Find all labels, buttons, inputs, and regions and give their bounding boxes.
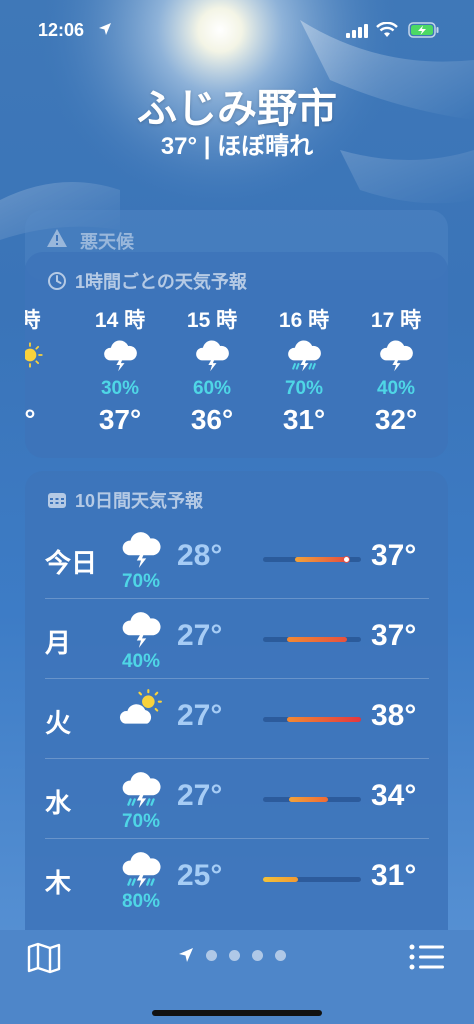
thunder-cloud-icon [115,527,167,571]
hour-label: 16 時 [278,309,330,332]
low-temperature: 28° [177,539,223,572]
current-summary: 37° | ほぼ晴れ [160,133,314,160]
day-row[interactable]: 月 40% 27° 37° [45,599,429,679]
precipitation-chance: 70% [121,571,161,592]
hour-temperature: 3 [445,404,448,436]
high-temperature: 37° [371,539,417,572]
clock-icon [48,272,66,290]
hourly-forecast-header: 1時間ごとの天気予報 [47,268,247,294]
sun-icon [445,332,448,378]
day-name: 今日 [45,548,98,578]
ten-day-forecast-card[interactable]: 10日間天気予報 今日 70% 28° 37° 月 40% 27° 37° 火 27° 38° 水 7… [25,471,448,951]
temperature-range-fill [286,637,348,642]
precipitation-chance: 40% [121,651,161,672]
precipitation-chance: 80% [121,891,161,912]
home-indicator[interactable] [152,1010,322,1016]
hour-label: 15 時 [186,309,238,332]
status-bar: 12:06 [0,0,474,60]
hour-temperature: 32° [374,404,418,435]
temperature-range-fill [263,877,299,882]
sun-icon [25,332,65,378]
low-temperature: 27° [177,779,223,812]
hourly-item: 16 時 70% 31° [269,304,339,436]
high-temperature: 34° [371,779,417,812]
wifi-icon [376,22,398,37]
hourly-item: 15 時 60% 36° [177,304,247,436]
hourly-scroll[interactable]: 時 ° 14 時 30% 37° 15 時 60% 36° 16 時 70% 31° 17 時 40%… [25,304,448,444]
calendar-icon [48,493,66,508]
status-time: 12:06 [38,20,85,40]
thunder-cloud-icon [115,607,167,651]
day-name: 火 [45,708,72,738]
partly-sunny-icon [115,687,167,731]
precipitation-chance: 40% [376,378,416,399]
temperature-range-bar [263,637,361,642]
hourly-item: 17 時 40% 32° [361,304,431,436]
ten-day-forecast-title: 10日間天気予報 [75,491,204,511]
temperature-range-fill [286,717,361,722]
hour-temperature: 37° [98,404,142,435]
page-dot[interactable] [275,949,286,961]
precipitation-chance [25,378,65,400]
hour-label: 14 時 [94,309,146,332]
temperature-range-bar [263,797,361,802]
temperature-range-bar [263,717,361,722]
high-temperature: 31° [371,859,417,892]
page-indicator[interactable] [178,947,286,963]
cellular-signal-icon [346,24,368,38]
precipitation-chance: 70% [284,378,324,399]
temperature-range-fill [295,557,347,562]
page-dot[interactable] [229,949,240,961]
thunder-cloud-icon [177,332,247,378]
precipitation-chance [445,378,448,400]
day-row[interactable]: 今日 70% 28° 37° [45,519,429,599]
hour-temperature: ° [25,404,36,435]
current-location-icon[interactable] [178,947,194,963]
temperature-range-bar [263,877,361,882]
precipitation-chance: 60% [192,378,232,399]
precipitation-chance: 70% [121,811,161,832]
page-dot[interactable] [206,949,217,961]
location-arrow-icon [99,23,111,35]
current-temp-dot [343,556,351,563]
list-icon[interactable] [408,942,446,972]
day-name: 木 [45,868,72,898]
low-temperature: 27° [177,619,223,652]
day-row[interactable]: 火 27° 38° [45,679,429,759]
hourly-item: 時 ° [25,304,65,436]
day-row[interactable]: 木 80% 25° 31° [45,839,429,919]
battery-charging-icon [408,22,439,38]
bottom-toolbar [0,930,474,1024]
ten-day-forecast-header: 10日間天気予報 [47,487,203,513]
thunder-rain-icon [269,332,339,378]
day-name: 月 [45,628,72,658]
hour-temperature: 36° [190,404,234,435]
hour-temperature: 31° [282,404,326,435]
hourly-forecast-title: 1時間ごとの天気予報 [75,272,247,292]
temperature-range-bar [263,556,361,563]
day-row[interactable]: 水 70% 27° 34° [45,759,429,839]
day-name: 水 [45,788,72,818]
high-temperature: 38° [371,699,417,732]
low-temperature: 27° [177,699,223,732]
severe-weather-title: 悪天候 [80,232,134,252]
thunder-cloud-icon [85,332,155,378]
page-dot[interactable] [252,949,263,961]
low-temperature: 25° [177,859,223,892]
thunder-rain-icon [115,847,167,891]
map-icon[interactable] [26,942,62,974]
thunder-cloud-icon [361,332,431,378]
precipitation-chance: 30% [100,378,140,399]
temperature-range-fill [289,797,328,802]
hourly-forecast-card[interactable]: 1時間ごとの天気予報 時 ° 14 時 30% 37° 15 時 60% 36° 16 時 70… [25,252,448,458]
warning-icon [47,229,67,247]
thunder-rain-icon [115,767,167,811]
hourly-item: 1 3 [445,304,448,436]
hour-label: 1 [445,304,448,332]
hour-label: 時 [25,309,41,332]
high-temperature: 37° [371,619,417,652]
hour-label: 17 時 [370,309,422,332]
hourly-item: 14 時 30% 37° [85,304,155,436]
